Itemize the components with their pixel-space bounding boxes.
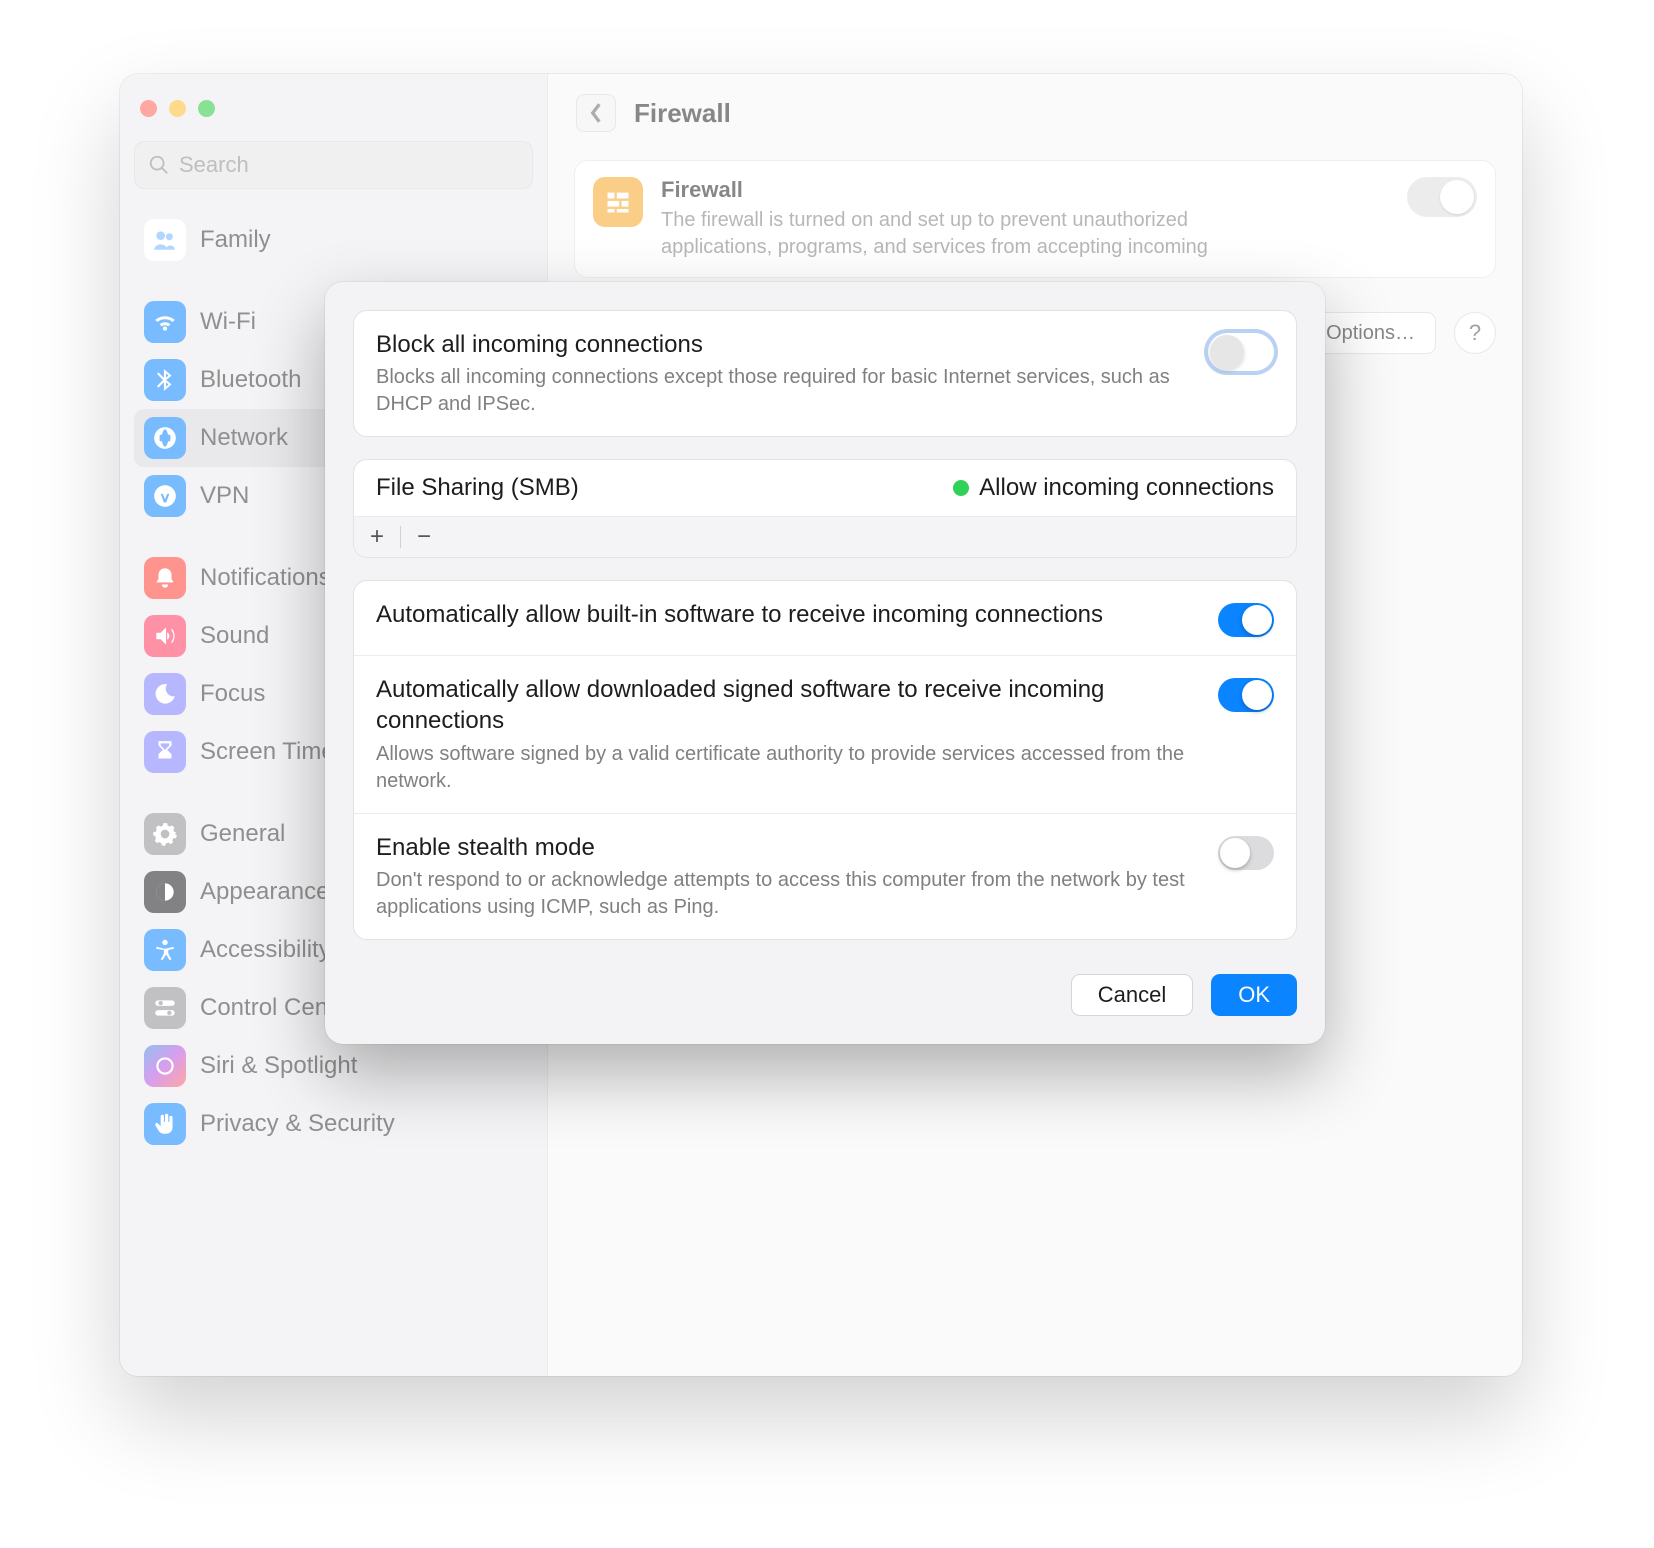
sidebar-item-label: Wi-Fi (200, 308, 256, 336)
firewall-description: The firewall is turned on and set up to … (661, 207, 1301, 261)
close-window-button[interactable] (140, 100, 157, 117)
search-input[interactable] (134, 141, 533, 189)
dialog-footer: Cancel OK (353, 974, 1297, 1016)
sidebar-item-label: Screen Time (200, 738, 335, 766)
add-button[interactable]: + (354, 517, 400, 557)
sidebar-item-label: Bluetooth (200, 366, 301, 394)
accessibility-icon (144, 929, 186, 971)
firewall-summary-card: Firewall The firewall is turned on and s… (574, 160, 1496, 278)
chevron-left-icon (589, 102, 603, 124)
bell-icon (144, 557, 186, 599)
auto-signed-title: Automatically allow downloaded signed so… (376, 674, 1196, 736)
firewall-icon (593, 177, 643, 227)
auto-builtin-title: Automatically allow built-in software to… (376, 599, 1196, 630)
zoom-window-button[interactable] (198, 100, 215, 117)
auto-signed-toggle[interactable] (1218, 678, 1274, 712)
block-all-description: Blocks all incoming connections except t… (376, 364, 1186, 418)
sidebar-item-family[interactable]: Family (134, 211, 533, 269)
family-icon (144, 219, 186, 261)
sidebar-item-label: Privacy & Security (200, 1110, 395, 1138)
appearance-icon (144, 871, 186, 913)
auto-builtin-toggle[interactable] (1218, 603, 1274, 637)
firewall-summary-text: Firewall The firewall is turned on and s… (661, 177, 1389, 261)
sidebar-item-label: General (200, 820, 285, 848)
bluetooth-icon (144, 359, 186, 401)
sidebar-item-label: Appearance (200, 878, 329, 906)
sidebar-item-label: VPN (200, 482, 249, 510)
list-item-status[interactable]: Allow incoming connections (953, 474, 1274, 502)
block-all-card: Block all incoming connections Blocks al… (353, 310, 1297, 437)
sidebar-item-label: Family (200, 226, 271, 254)
sidebar-item-sirispotlight[interactable]: Siri & Spotlight (134, 1037, 533, 1095)
remove-button[interactable]: − (401, 517, 447, 557)
page-title: Firewall (634, 98, 731, 129)
auto-signed-description: Allows software signed by a valid certif… (376, 741, 1196, 795)
moon-icon (144, 673, 186, 715)
help-button[interactable]: ? (1454, 312, 1496, 354)
status-dot-icon (953, 480, 969, 496)
back-button[interactable] (576, 94, 616, 132)
firewall-title: Firewall (661, 177, 1389, 203)
speaker-icon (144, 615, 186, 657)
window-controls (134, 90, 533, 135)
options-card: Automatically allow built-in software to… (353, 580, 1297, 940)
apps-list-card: File Sharing (SMB) Allow incoming connec… (353, 459, 1297, 558)
sidebar-item-label: Focus (200, 680, 265, 708)
block-all-toggle[interactable] (1208, 333, 1274, 371)
stealth-toggle[interactable] (1218, 836, 1274, 870)
sidebar-item-label: Sound (200, 622, 269, 650)
vpn-icon (144, 475, 186, 517)
hourglass-icon (144, 731, 186, 773)
sliders-icon (144, 987, 186, 1029)
gear-icon (144, 813, 186, 855)
wifi-icon (144, 301, 186, 343)
main-header: Firewall (548, 74, 1522, 146)
sidebar-item-privacy[interactable]: Privacy & Security (134, 1095, 533, 1153)
list-item-status-label: Allow incoming connections (979, 474, 1274, 502)
firewall-options-dialog: Block all incoming connections Blocks al… (325, 282, 1325, 1044)
siri-icon (144, 1045, 186, 1087)
sidebar-item-label: Siri & Spotlight (200, 1052, 357, 1080)
sidebar-item-label: Network (200, 424, 288, 452)
hand-icon (144, 1103, 186, 1145)
list-item-name: File Sharing (SMB) (376, 474, 579, 502)
cancel-button[interactable]: Cancel (1071, 974, 1193, 1016)
sidebar-item-label: Accessibility (200, 936, 331, 964)
list-toolbar: + − (354, 516, 1296, 557)
ok-button[interactable]: OK (1211, 974, 1297, 1016)
stealth-title: Enable stealth mode (376, 832, 1196, 863)
sidebar-item-label: Notifications (200, 564, 331, 592)
network-icon (144, 417, 186, 459)
block-all-title: Block all incoming connections (376, 329, 1186, 360)
search-field-wrap (134, 141, 533, 189)
firewall-master-toggle[interactable] (1407, 177, 1477, 217)
search-icon (148, 154, 170, 176)
minimize-window-button[interactable] (169, 100, 186, 117)
list-item[interactable]: File Sharing (SMB) Allow incoming connec… (354, 460, 1296, 516)
stealth-description: Don't respond to or acknowledge attempts… (376, 867, 1196, 921)
